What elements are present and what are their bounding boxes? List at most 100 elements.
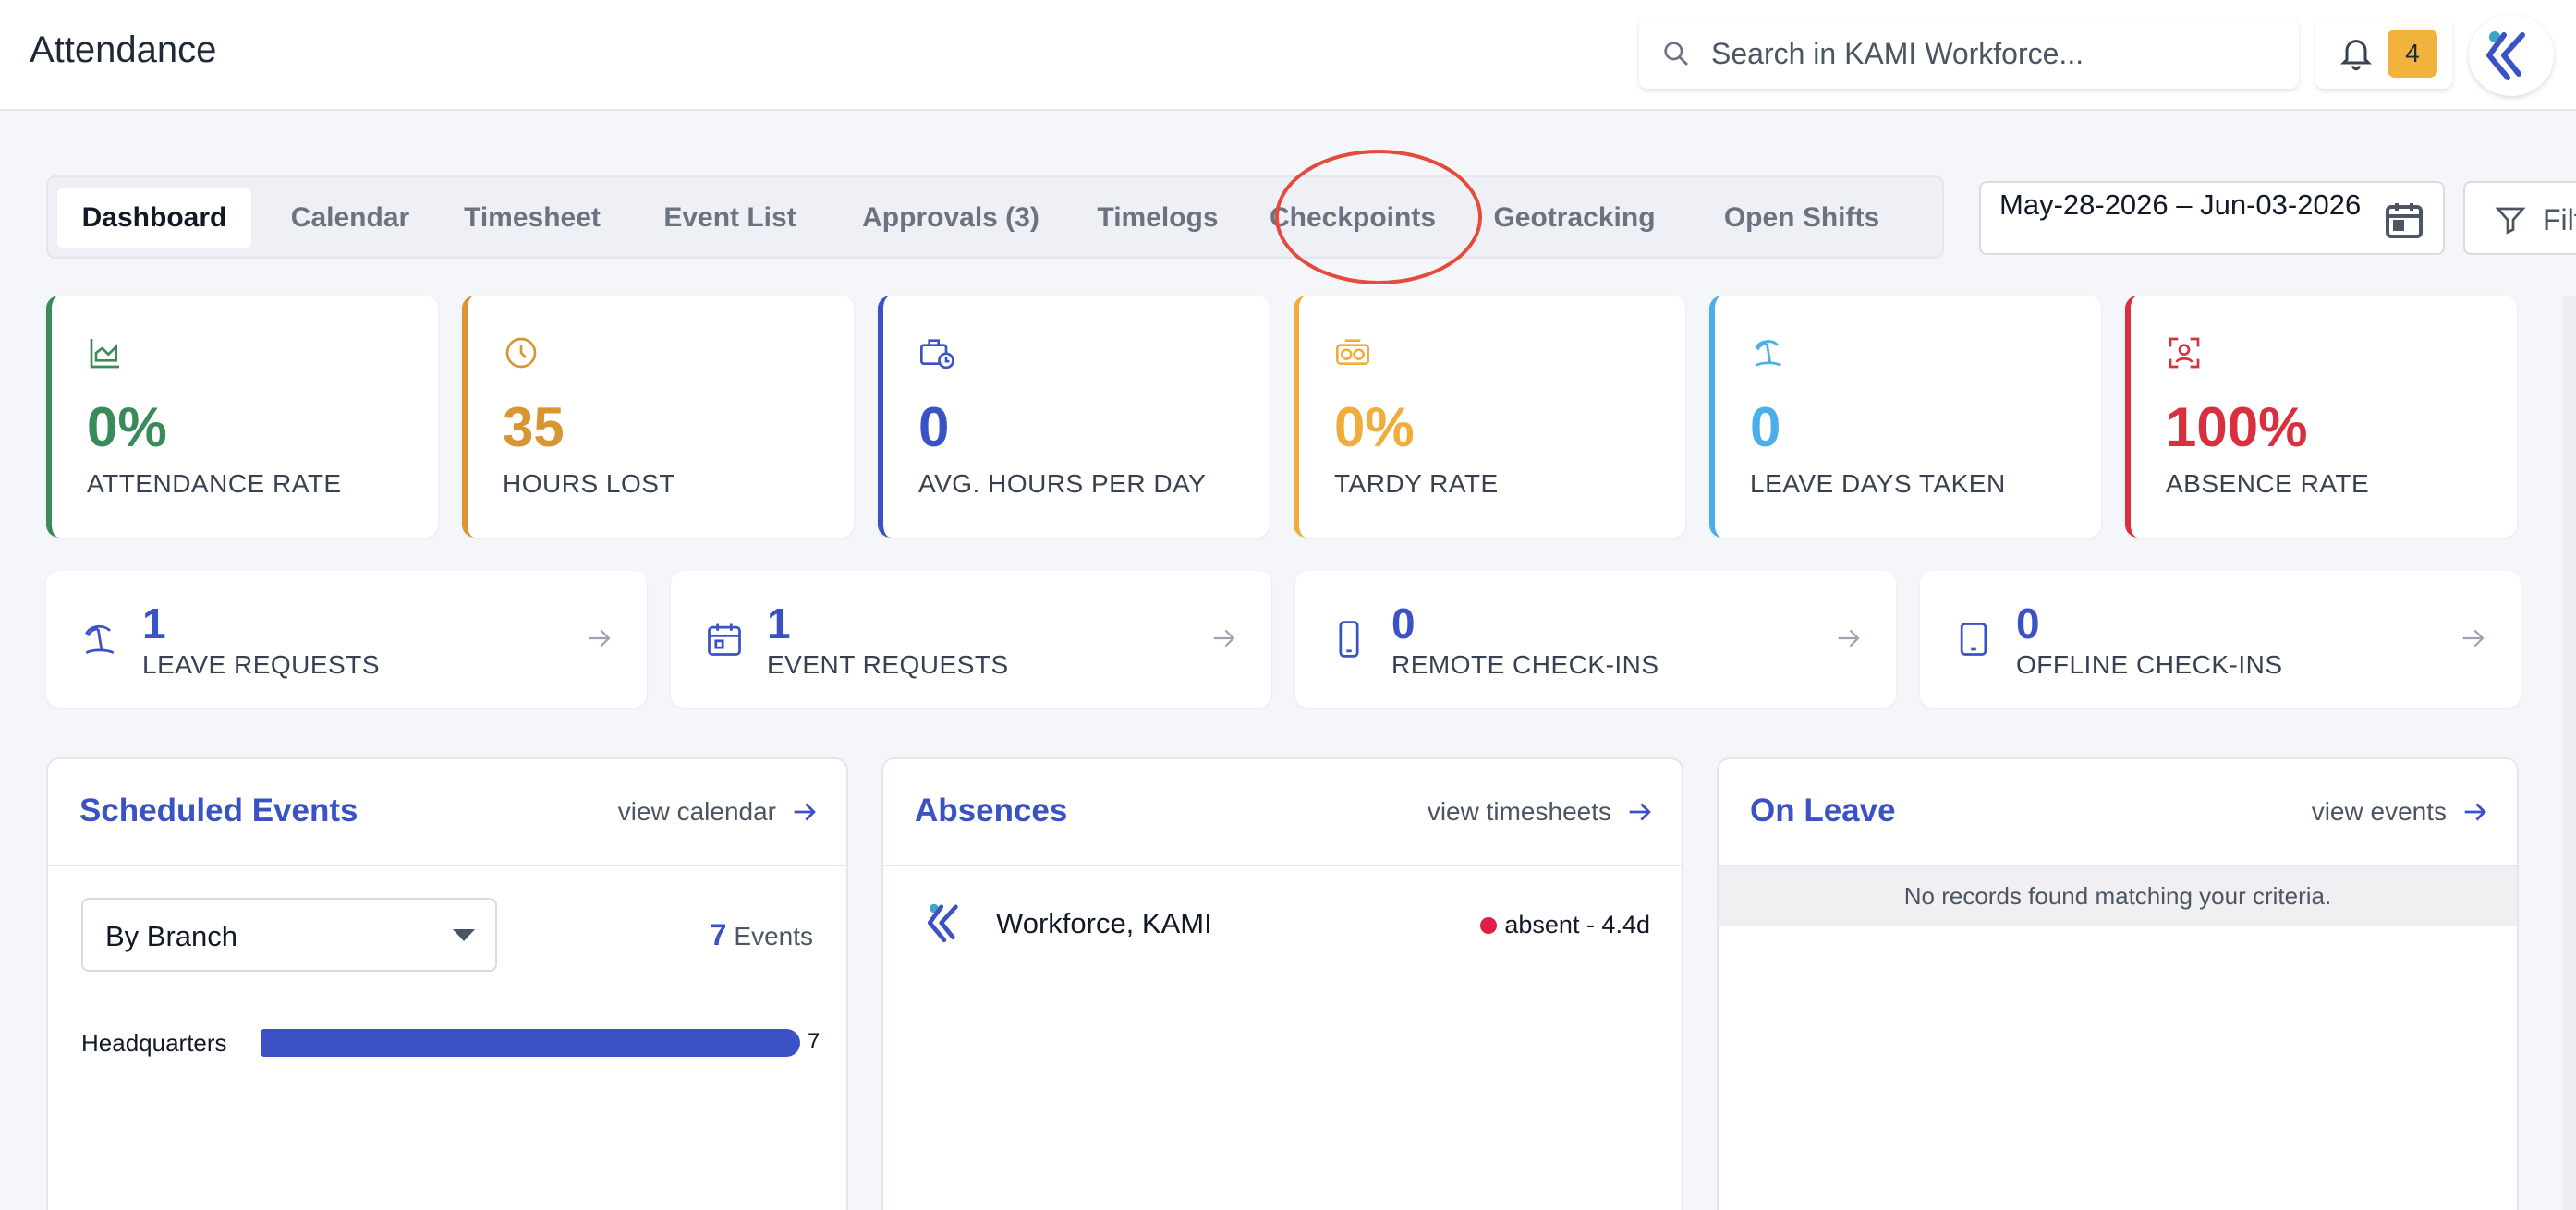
view-calendar-link[interactable]: view calendar — [618, 796, 820, 828]
panel-header: Absences view timesheets — [883, 759, 1682, 866]
absence-status-text: absent - 4.4d — [1504, 911, 1650, 938]
request-label: LEAVE REQUESTS — [142, 650, 381, 679]
date-range-text: May-28-2026 – Jun-03-2026 — [1999, 188, 2362, 221]
tab-geotracking[interactable]: Geotracking — [1469, 188, 1680, 248]
stat-value: 0 — [918, 396, 950, 458]
stat-avg-hours[interactable]: 0 AVG. HOURS PER DAY — [878, 296, 1270, 538]
panel-header: On Leave view events — [1719, 759, 2517, 866]
view-events-link[interactable]: view events — [2312, 796, 2491, 828]
events-count: 7 Events — [711, 918, 813, 952]
link-text: view events — [2311, 797, 2447, 826]
date-range-picker[interactable]: May-28-2026 – Jun-03-2026 — [1979, 181, 2445, 255]
tab-bar: Dashboard Calendar Timesheet Event List … — [46, 175, 1944, 259]
stat-attendance-rate[interactable]: 0% ATTENDANCE RATE — [46, 296, 438, 538]
calendar-icon — [2386, 203, 2423, 238]
timer-icon — [1336, 339, 1369, 365]
absences-panel: Absences view timesheets Workforce, KAMI… — [881, 757, 1683, 1210]
panel-header: Scheduled Events view calendar — [48, 759, 846, 866]
request-label: REMOTE CHECK-INS — [1391, 650, 1659, 679]
view-timesheets-link[interactable]: view timesheets — [1428, 796, 1656, 828]
search-icon — [1664, 42, 1688, 66]
status-dot-icon — [1480, 916, 1498, 934]
request-count: 0 — [1391, 599, 1416, 647]
top-header: Attendance 4 — [0, 0, 2576, 111]
calendar-icon — [708, 623, 741, 656]
request-label: EVENT REQUESTS — [767, 650, 1009, 679]
event-requests-card[interactable]: 1 EVENT REQUESTS — [671, 571, 1271, 708]
absence-row[interactable]: Workforce, KAMI absent - 4.4d — [883, 866, 1682, 983]
tab-timesheet[interactable]: Timesheet — [440, 188, 625, 248]
stat-label: ABSENCE RATE — [2166, 469, 2370, 498]
clock-icon — [505, 337, 537, 369]
employee-name: Workforce, KAMI — [996, 907, 1212, 939]
search-box[interactable] — [1639, 18, 2299, 89]
arrow-right-icon — [2462, 629, 2485, 647]
leave-requests-card[interactable]: 1 LEAVE REQUESTS — [46, 571, 647, 708]
user-avatar[interactable] — [2469, 15, 2554, 96]
page-title: Attendance — [30, 30, 217, 70]
stat-label: LEAVE DAYS TAKEN — [1750, 469, 2006, 498]
kami-logo-icon — [927, 903, 958, 943]
events-count-value: 7 — [710, 918, 727, 951]
tab-approvals[interactable]: Approvals (3) — [835, 188, 1066, 248]
notifications-button[interactable]: 4 — [2315, 18, 2452, 89]
panel-title: Scheduled Events — [79, 793, 358, 829]
stat-label: TARDY RATE — [1334, 469, 1499, 498]
offline-checkins-card[interactable]: 0 OFFLINE CHECK-INS — [1920, 571, 2521, 708]
arrow-right-icon — [794, 803, 816, 821]
bar-label: Headquarters — [81, 1029, 227, 1057]
request-count: 1 — [142, 599, 166, 647]
request-label: OFFLINE CHECK-INS — [2016, 650, 2283, 679]
tab-event-list[interactable]: Event List — [638, 188, 822, 248]
on-leave-panel: On Leave view events No records found ma… — [1717, 757, 2519, 1210]
arrow-right-icon — [1629, 803, 1651, 821]
stat-value: 0 — [1750, 396, 1781, 458]
tab-checkpoints[interactable]: Checkpoints — [1251, 188, 1454, 248]
phone-icon — [1339, 621, 1359, 658]
filter-button[interactable]: Filter — [2463, 181, 2576, 255]
stat-label: AVG. HOURS PER DAY — [918, 469, 1207, 498]
link-text: view timesheets — [1427, 797, 1611, 826]
scrollbar[interactable] — [2563, 296, 2576, 1210]
arrow-right-icon — [1213, 629, 1235, 647]
chevron-down-icon — [453, 929, 475, 941]
beach-icon — [85, 624, 115, 654]
beach-icon — [1755, 340, 1781, 367]
briefcase-clock-icon — [920, 339, 954, 369]
stat-leave-days[interactable]: 0 LEAVE DAYS TAKEN — [1709, 296, 2101, 538]
remote-checkins-card[interactable]: 0 REMOTE CHECK-INS — [1295, 571, 1896, 708]
panel-title: Absences — [915, 793, 1068, 829]
tablet-icon — [1960, 623, 1987, 656]
stat-value: 0% — [87, 396, 167, 458]
arrow-right-icon — [2464, 803, 2486, 821]
tab-open-shifts[interactable]: Open Shifts — [1693, 188, 1911, 248]
stat-label: HOURS LOST — [503, 469, 676, 498]
panel-title: On Leave — [1750, 793, 1896, 829]
bell-icon — [2340, 40, 2372, 71]
search-input[interactable] — [1711, 36, 2266, 71]
filter-icon — [2495, 207, 2526, 235]
kami-logo-icon — [2486, 31, 2525, 80]
group-by-select[interactable]: By Branch — [81, 898, 497, 972]
stat-label: ATTENDANCE RATE — [87, 469, 342, 498]
link-text: view calendar — [617, 797, 776, 826]
tab-dashboard[interactable]: Dashboard — [57, 188, 251, 248]
absence-icon — [2169, 337, 2200, 369]
stat-absence-rate[interactable]: 100% ABSENCE RATE — [2125, 296, 2517, 538]
request-count: 0 — [2016, 599, 2040, 647]
bar-fill — [261, 1029, 800, 1057]
empty-state-message: No records found matching your criteria. — [1719, 866, 2517, 926]
arrow-right-icon — [589, 629, 611, 647]
stat-tardy-rate[interactable]: 0% TARDY RATE — [1294, 296, 1685, 538]
tab-timelogs[interactable]: Timelogs — [1079, 188, 1236, 248]
stat-value: 100% — [2166, 396, 2308, 458]
stat-value: 0% — [1334, 396, 1415, 458]
notification-count-badge: 4 — [2388, 30, 2437, 78]
scheduled-events-panel: Scheduled Events view calendar By Branch… — [46, 757, 848, 1210]
stat-hours-lost[interactable]: 35 HOURS LOST — [462, 296, 854, 538]
filter-label: Filter — [2543, 203, 2576, 236]
absence-status: absent - 4.4d — [1480, 911, 1650, 939]
tab-calendar[interactable]: Calendar — [272, 188, 429, 248]
stat-value: 35 — [503, 396, 565, 458]
events-count-label: Events — [734, 922, 813, 950]
